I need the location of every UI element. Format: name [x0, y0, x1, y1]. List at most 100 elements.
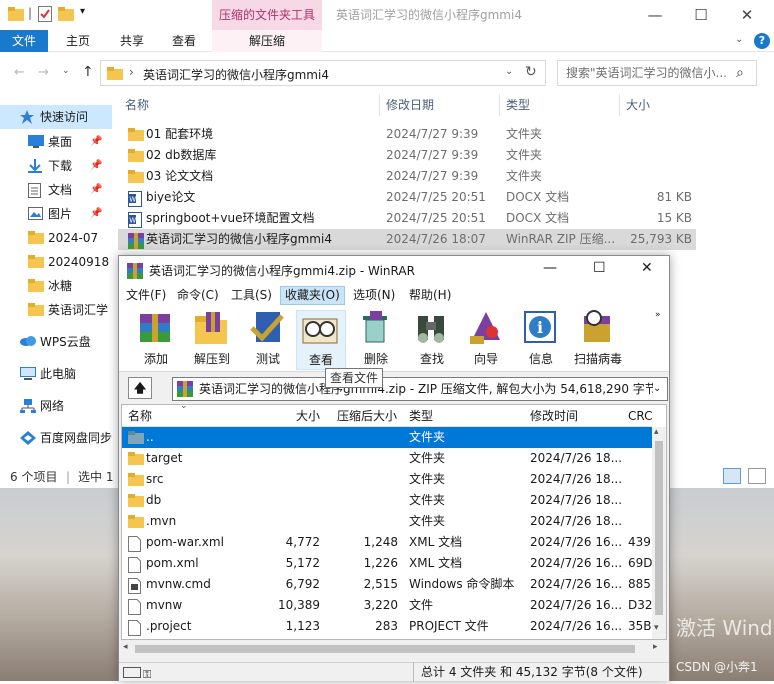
- toolbar-overflow-icon[interactable]: »: [655, 310, 661, 320]
- nav-item[interactable]: WPS云盘: [0, 330, 110, 354]
- archive-row[interactable]: .. 文件夹: [122, 427, 652, 448]
- hscroll-thumb[interactable]: [135, 645, 635, 653]
- search-icon[interactable]: ⌕: [736, 61, 744, 85]
- pin-icon[interactable]: 📌: [90, 130, 102, 154]
- scroll-thumb[interactable]: [655, 441, 663, 615]
- help-icon[interactable]: ?: [754, 33, 770, 49]
- pin-icon[interactable]: 📌: [90, 178, 102, 202]
- archive-row[interactable]: .project 1,123 283 PROJECT 文件 2024/7/26 16..…: [122, 616, 652, 637]
- pin-icon[interactable]: 📌: [90, 202, 102, 226]
- scroll-down-icon[interactable]: ▾: [654, 623, 659, 633]
- winrar-maximize-button[interactable]: ☐: [593, 260, 606, 276]
- menu-file[interactable]: 文件(F): [126, 285, 166, 306]
- winrar-minimize-button[interactable]: —: [543, 260, 557, 276]
- forward-arrow-icon[interactable]: →: [38, 65, 49, 80]
- toolbar-button-8[interactable]: 扫描病毒: [573, 310, 623, 370]
- horizontal-scrollbar[interactable]: ◂ ▸: [121, 642, 667, 656]
- nav-item[interactable]: 此电脑: [0, 362, 110, 386]
- details-view-icon[interactable]: [723, 468, 741, 484]
- nav-item[interactable]: 下载 📌: [0, 154, 110, 178]
- file-row[interactable]: 英语词汇学习的微信小程序gmmi4 2024/7/26 18:07 WinRAR Z…: [118, 229, 696, 250]
- path-dropdown-icon[interactable]: ⌄: [653, 378, 667, 400]
- pin-icon[interactable]: 📌: [90, 154, 102, 178]
- nav-item[interactable]: 20240918: [0, 250, 110, 274]
- col-modified[interactable]: 修改时间: [530, 405, 578, 427]
- col-name[interactable]: 名称: [128, 405, 152, 427]
- address-dropdown-icon[interactable]: ⌄: [505, 66, 513, 77]
- file-row[interactable]: Wspringboot+vue环境配置文档 2024/7/25 20:51 DOCX…: [118, 208, 696, 229]
- back-arrow-icon[interactable]: ←: [14, 65, 25, 80]
- archive-row[interactable]: mvnw.cmd 6,792 2,515 Windows 命令脚本 2024/7/26 …: [122, 574, 652, 595]
- file-row[interactable]: Wbiye论文 2024/7/25 20:51 DOCX 文档 81 KB: [118, 187, 696, 208]
- close-button[interactable]: ✕: [724, 0, 770, 30]
- menu-options[interactable]: 选项(N): [353, 285, 395, 306]
- archive-row[interactable]: mvnw 10,389 3,220 文件 2024/7/26 16... D32: [122, 595, 652, 616]
- nav-item[interactable]: 桌面 📌: [0, 130, 110, 154]
- nav-item[interactable]: 2024-07: [0, 226, 110, 250]
- qat-dropdown-icon[interactable]: ▾: [80, 6, 85, 17]
- archive-row[interactable]: src 文件夹 2024/7/26 18...: [122, 469, 652, 490]
- search-input[interactable]: 搜索"英语词汇学习的微信小... ⌕: [557, 60, 757, 86]
- recent-dropdown-icon[interactable]: ⌄: [62, 66, 70, 76]
- winrar-close-button[interactable]: ✕: [641, 260, 653, 276]
- scroll-up-icon[interactable]: ▴: [654, 427, 659, 437]
- archive-row[interactable]: db 文件夹 2024/7/26 18...: [122, 490, 652, 511]
- column-type[interactable]: 类型: [500, 94, 620, 116]
- nav-item[interactable]: 冰糖: [0, 274, 110, 298]
- up-folder-button[interactable]: 🡅: [128, 377, 152, 399]
- archive-path-field[interactable]: 英语词汇学习的微信小程序gmmi4.zip - ZIP 压缩文件, 解包大小为 …: [172, 377, 668, 401]
- menu-tools[interactable]: 工具(S): [231, 285, 272, 306]
- new-folder-icon[interactable]: [58, 7, 74, 21]
- toolbar-button-5[interactable]: 查找: [407, 310, 457, 370]
- entry-type: 文件夹: [409, 514, 446, 528]
- toolbar-button-1[interactable]: 解压到: [187, 310, 237, 370]
- vertical-scrollbar[interactable]: ▴ ▾: [652, 427, 666, 639]
- toolbar-button-2[interactable]: 测试: [243, 310, 293, 370]
- col-crc[interactable]: CRC: [628, 405, 653, 427]
- menu-help[interactable]: 帮助(H): [409, 285, 451, 306]
- nav-item[interactable]: 网络: [0, 394, 110, 418]
- address-bar[interactable]: › 英语词汇学习的微信小程序gmmi4 ⌄ ↻: [100, 60, 546, 86]
- up-arrow-icon[interactable]: ↑: [82, 64, 94, 80]
- minimize-button[interactable]: —: [632, 0, 678, 30]
- tab-extract[interactable]: 解压缩: [212, 30, 322, 52]
- breadcrumb[interactable]: 英语词汇学习的微信小程序gmmi4: [143, 66, 329, 83]
- file-row[interactable]: 03 论文文档 2024/7/27 9:39 文件夹: [118, 166, 696, 187]
- toolbar-button-0[interactable]: 添加: [131, 310, 181, 370]
- col-type[interactable]: 类型: [409, 405, 433, 427]
- toolbar-button-7[interactable]: i 信息: [516, 310, 566, 370]
- toolbar-button-4[interactable]: 删除: [351, 310, 401, 370]
- archive-row[interactable]: target 文件夹 2024/7/26 18...: [122, 448, 652, 469]
- refresh-icon[interactable]: ↻: [525, 64, 537, 80]
- archive-row[interactable]: .mvn 文件夹 2024/7/26 18...: [122, 511, 652, 532]
- nav-item[interactable]: 文档 📌: [0, 178, 110, 202]
- toolbar-button-3[interactable]: 查看: [296, 310, 346, 370]
- menu-favorites[interactable]: 收藏夹(O): [280, 286, 345, 305]
- tab-view[interactable]: 查看: [162, 30, 206, 52]
- maximize-button[interactable]: ☐: [678, 0, 724, 30]
- archive-row[interactable]: pom.xml 5,172 1,226 XML 文档 2024/7/26 16... 69…: [122, 553, 652, 574]
- file-icon: [128, 599, 141, 615]
- file-row[interactable]: 02 db数据库 2024/7/27 9:39 文件夹: [118, 145, 696, 166]
- nav-item[interactable]: 百度网盘同步: [0, 426, 112, 450]
- file-row[interactable]: 01 配套环境 2024/7/27 9:39 文件夹: [118, 124, 696, 145]
- toolbar-button-6[interactable]: 向导: [461, 310, 511, 370]
- tab-share[interactable]: 共享: [110, 30, 154, 52]
- tab-file[interactable]: 文件: [0, 30, 48, 52]
- tab-home[interactable]: 主页: [56, 30, 100, 52]
- col-size[interactable]: 大小: [292, 405, 320, 427]
- menu-commands[interactable]: 命令(C): [177, 285, 219, 306]
- archive-row[interactable]: pom-war.xml 4,772 1,248 XML 文档 2024/7/26 16.…: [122, 532, 652, 553]
- properties-icon[interactable]: [38, 6, 52, 22]
- nav-item[interactable]: 图片 📌: [0, 202, 110, 226]
- nav-item[interactable]: 快速访问: [0, 105, 112, 129]
- column-name[interactable]: 名称: [118, 94, 380, 116]
- large-icons-view-icon[interactable]: [748, 468, 766, 484]
- column-size[interactable]: 大小: [620, 94, 696, 116]
- nav-item[interactable]: 英语词汇学: [0, 298, 110, 322]
- col-packed[interactable]: 压缩后大小: [337, 405, 397, 427]
- scroll-left-icon[interactable]: ◂: [123, 642, 128, 652]
- ribbon-expand-icon[interactable]: ⌄: [735, 34, 743, 45]
- scroll-right-icon[interactable]: ▸: [653, 642, 658, 652]
- column-modified[interactable]: 修改日期: [380, 94, 500, 116]
